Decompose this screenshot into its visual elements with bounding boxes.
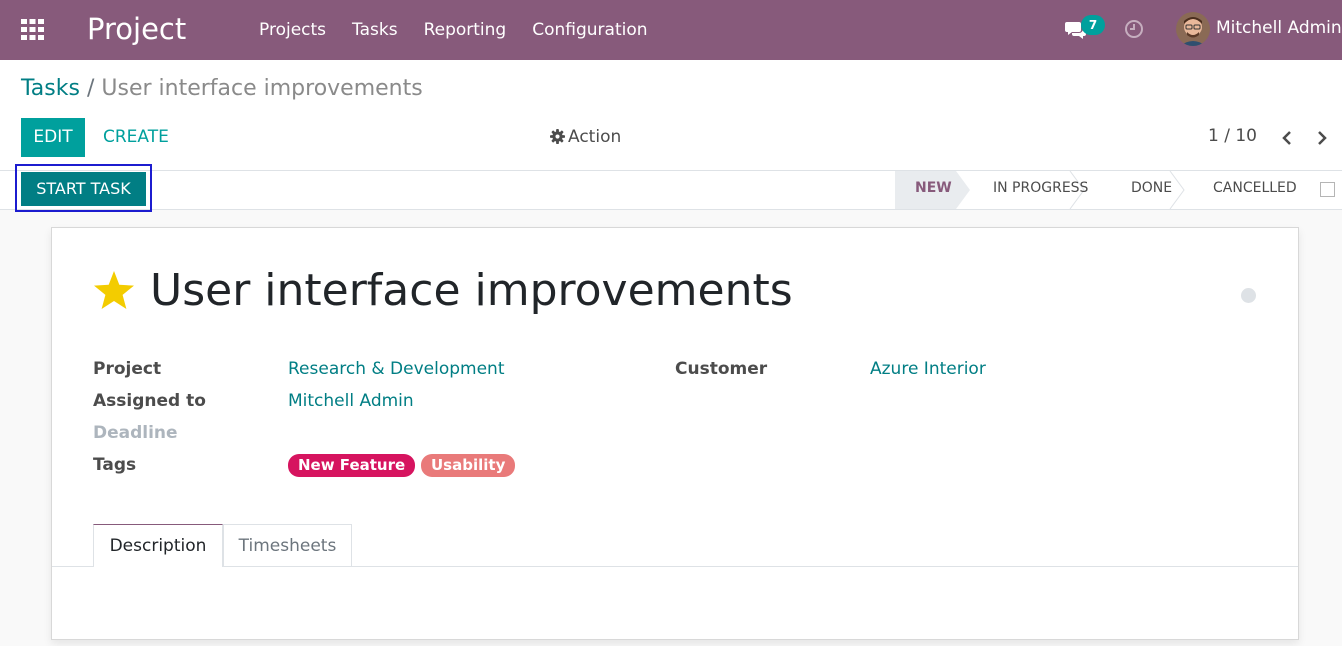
gear-icon: [550, 129, 565, 144]
stage-done[interactable]: DONE: [1131, 171, 1172, 209]
avatar[interactable]: [1176, 12, 1210, 46]
form-sheet: User interface improvements Project Rese…: [51, 227, 1299, 640]
menu-reporting[interactable]: Reporting: [411, 0, 520, 60]
project-link[interactable]: Research & Development: [288, 359, 504, 379]
messages-count-badge: 7: [1081, 15, 1105, 35]
stage-new[interactable]: NEW: [915, 171, 952, 209]
menu-tasks[interactable]: Tasks: [339, 0, 411, 60]
customer-link[interactable]: Azure Interior: [870, 359, 986, 379]
edit-button[interactable]: EDIT: [21, 118, 85, 157]
chevron-right-icon[interactable]: [1315, 130, 1329, 146]
tags-label: Tags: [93, 455, 137, 475]
stage-cancelled[interactable]: CANCELLED: [1213, 171, 1297, 209]
kanban-state-icon[interactable]: [1241, 288, 1256, 303]
tag-usability[interactable]: Usability: [421, 454, 516, 477]
action-dropdown[interactable]: Action: [550, 118, 621, 157]
action-label: Action: [568, 127, 622, 147]
breadcrumb-tasks-link[interactable]: Tasks: [21, 76, 80, 101]
project-label: Project: [93, 359, 162, 379]
menu-configuration[interactable]: Configuration: [519, 0, 660, 60]
clock-icon[interactable]: [1124, 19, 1144, 39]
main-menu: Projects Tasks Reporting Configuration: [246, 0, 661, 60]
app-title[interactable]: Project: [87, 12, 186, 46]
breadcrumb: Tasks / User interface improvements: [21, 76, 423, 101]
control-panel: Tasks / User interface improvements EDIT…: [0, 60, 1342, 170]
user-name[interactable]: Mitchell Admin: [1216, 18, 1342, 38]
folded-stages-checkbox[interactable]: [1320, 182, 1335, 197]
highlight-outline: [15, 164, 152, 212]
tab-timesheets[interactable]: Timesheets: [223, 524, 352, 566]
pager-value[interactable]: 1 / 10: [1208, 126, 1257, 146]
assigned-to-link[interactable]: Mitchell Admin: [288, 391, 414, 411]
tag-new-feature[interactable]: New Feature: [288, 454, 416, 477]
assigned-to-label: Assigned to: [93, 391, 206, 411]
breadcrumb-current: User interface improvements: [101, 76, 423, 101]
stage-in-progress[interactable]: IN PROGRESS: [993, 171, 1088, 209]
breadcrumb-separator: /: [86, 76, 95, 101]
chevron-left-icon[interactable]: [1280, 130, 1294, 146]
star-icon[interactable]: [93, 270, 135, 310]
top-navbar: Project Projects Tasks Reporting Configu…: [0, 0, 1342, 60]
deadline-label: Deadline: [93, 423, 178, 443]
tab-description[interactable]: Description: [93, 524, 223, 567]
apps-grid-icon[interactable]: [21, 19, 44, 40]
customer-label: Customer: [675, 359, 768, 379]
menu-projects[interactable]: Projects: [246, 0, 339, 60]
task-title[interactable]: User interface improvements: [150, 265, 793, 316]
create-button[interactable]: CREATE: [103, 118, 169, 157]
